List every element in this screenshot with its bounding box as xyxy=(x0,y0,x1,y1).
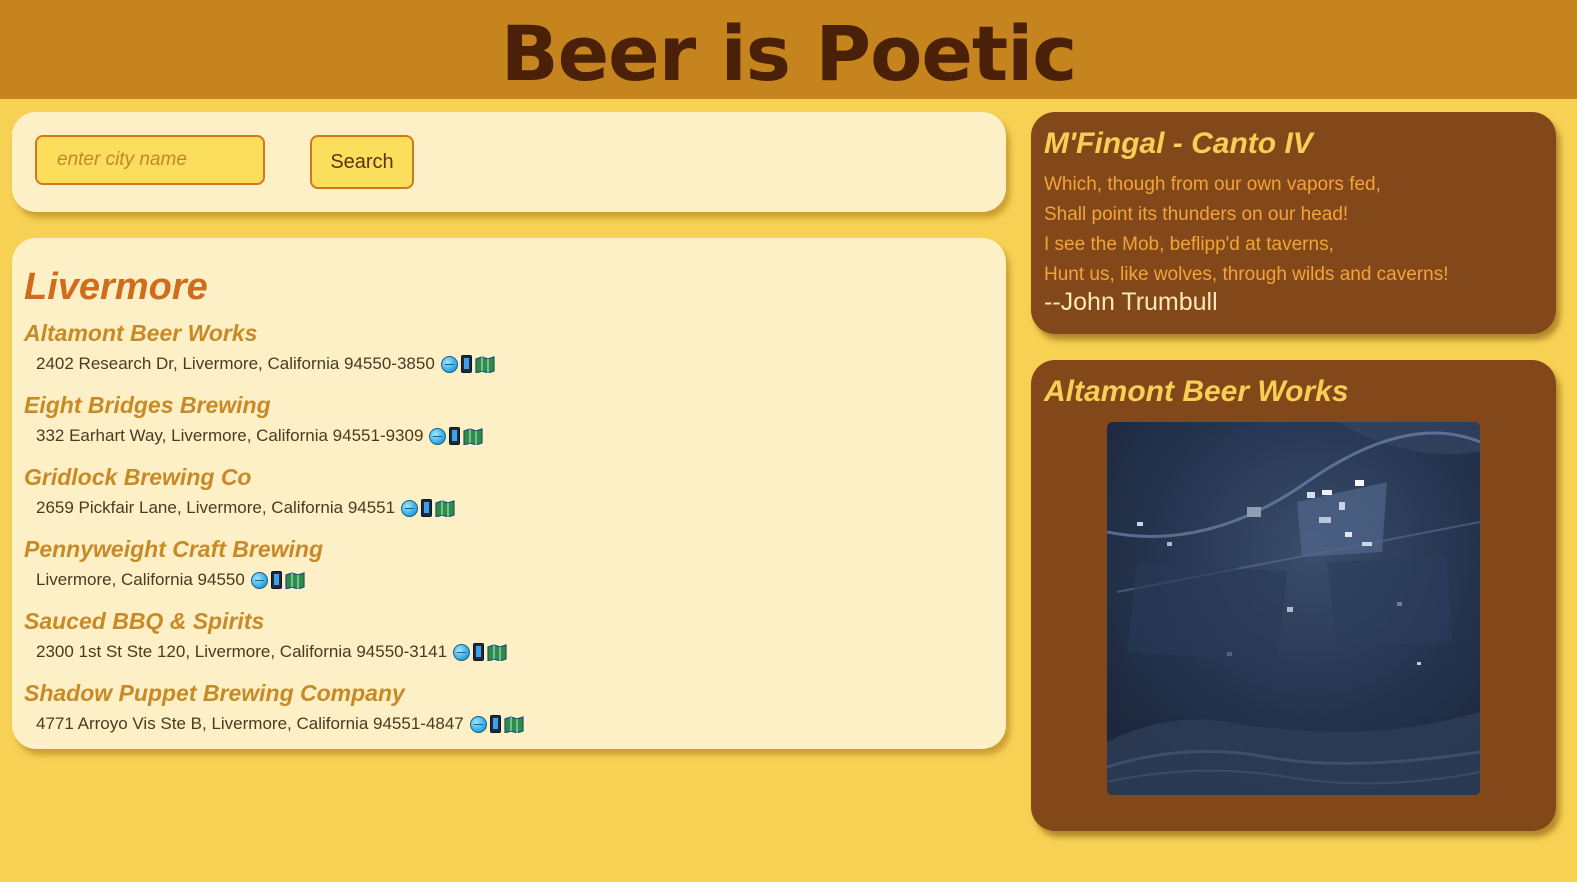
poem-line: Hunt us, like wolves, through wilds and … xyxy=(1044,264,1449,285)
page-title: Beer is Poetic xyxy=(500,9,1078,98)
search-button[interactable]: Search xyxy=(310,135,414,189)
map-icon[interactable] xyxy=(487,643,507,661)
phone-icon[interactable] xyxy=(421,499,433,517)
city-search-input[interactable] xyxy=(35,135,265,185)
brewery-address: 2402 Research Dr, Livermore, California … xyxy=(36,354,435,373)
brewery-links xyxy=(429,427,484,445)
map-title: Altamont Beer Works xyxy=(1044,375,1349,408)
brewery-item[interactable]: Pennyweight Craft Brewing Livermore, Cal… xyxy=(24,536,984,608)
phone-icon[interactable] xyxy=(460,355,472,373)
phone-icon[interactable] xyxy=(449,427,461,445)
map-icon[interactable] xyxy=(285,571,305,589)
brewery-item[interactable]: Shadow Puppet Brewing Company 4771 Arroy… xyxy=(24,680,984,752)
poem-line: Which, though from our own vapors fed, xyxy=(1044,174,1381,195)
brewery-name[interactable]: Altamont Beer Works xyxy=(24,320,257,347)
brewery-address-row: 2659 Pickfair Lane, Livermore, Californi… xyxy=(36,498,455,518)
brewery-links xyxy=(453,643,507,661)
map-panel: Altamont Beer Works xyxy=(1031,360,1556,831)
brewery-links xyxy=(440,355,495,373)
results-panel: Livermore Altamont Beer Works 2402 Resea… xyxy=(12,238,1006,749)
brewery-address-row: Livermore, California 94550 xyxy=(36,570,305,590)
poem-line: Shall point its thunders on our head! xyxy=(1044,204,1349,225)
brewery-name[interactable]: Sauced BBQ & Spirits xyxy=(24,608,264,635)
brewery-name[interactable]: Shadow Puppet Brewing Company xyxy=(24,680,405,707)
brewery-address: Livermore, California 94550 xyxy=(36,570,245,589)
phone-icon[interactable] xyxy=(473,643,485,661)
page-header: Beer is Poetic xyxy=(0,0,1577,99)
brewery-name[interactable]: Gridlock Brewing Co xyxy=(24,464,251,491)
poem-title: M'Fingal - Canto IV xyxy=(1044,127,1313,160)
brewery-item[interactable]: Altamont Beer Works 2402 Research Dr, Li… xyxy=(24,320,984,392)
brewery-item[interactable]: Gridlock Brewing Co 2659 Pickfair Lane, … xyxy=(24,464,984,536)
satellite-map-image[interactable] xyxy=(1107,422,1480,795)
poem-panel: M'Fingal - Canto IV Which, though from o… xyxy=(1031,112,1556,334)
globe-icon[interactable] xyxy=(401,499,419,517)
map-icon[interactable] xyxy=(475,355,495,373)
brewery-item[interactable]: Sauced BBQ & Spirits 2300 1st St Ste 120… xyxy=(24,608,984,680)
phone-icon[interactable] xyxy=(489,715,501,733)
brewery-address-row: 2402 Research Dr, Livermore, California … xyxy=(36,354,495,374)
brewery-links xyxy=(469,715,524,733)
brewery-links xyxy=(401,499,455,517)
map-icon[interactable] xyxy=(504,715,524,733)
map-icon[interactable] xyxy=(435,499,455,517)
brewery-address-row: 332 Earhart Way, Livermore, California 9… xyxy=(36,426,484,446)
poem-author: --John Trumbull xyxy=(1044,288,1218,316)
brewery-address-row: 2300 1st St Ste 120, Livermore, Californ… xyxy=(36,642,507,662)
globe-icon[interactable] xyxy=(250,571,268,589)
globe-icon[interactable] xyxy=(429,427,447,445)
satellite-map-graphic xyxy=(1107,422,1480,795)
brewery-list: Altamont Beer Works 2402 Research Dr, Li… xyxy=(24,320,984,752)
brewery-name[interactable]: Pennyweight Craft Brewing xyxy=(24,536,323,563)
map-icon[interactable] xyxy=(463,427,484,445)
poem-line: I see the Mob, beflipp'd at taverns, xyxy=(1044,234,1334,255)
brewery-address: 4771 Arroyo Vis Ste B, Livermore, Califo… xyxy=(36,714,464,733)
brewery-address-row: 4771 Arroyo Vis Ste B, Livermore, Califo… xyxy=(36,714,524,734)
brewery-name[interactable]: Eight Bridges Brewing xyxy=(24,392,271,419)
brewery-links xyxy=(250,571,305,589)
poem-lines: Which, though from our own vapors fed, S… xyxy=(1044,170,1448,290)
globe-icon[interactable] xyxy=(469,715,487,733)
brewery-address: 332 Earhart Way, Livermore, California 9… xyxy=(36,426,424,445)
search-panel: Search xyxy=(12,112,1006,212)
brewery-address: 2300 1st St Ste 120, Livermore, Californ… xyxy=(36,642,448,661)
globe-icon[interactable] xyxy=(453,643,471,661)
globe-icon[interactable] xyxy=(440,355,458,373)
city-title: Livermore xyxy=(24,266,208,308)
brewery-address: 2659 Pickfair Lane, Livermore, Californi… xyxy=(36,498,396,517)
brewery-item[interactable]: Eight Bridges Brewing 332 Earhart Way, L… xyxy=(24,392,984,464)
phone-icon[interactable] xyxy=(270,571,282,589)
